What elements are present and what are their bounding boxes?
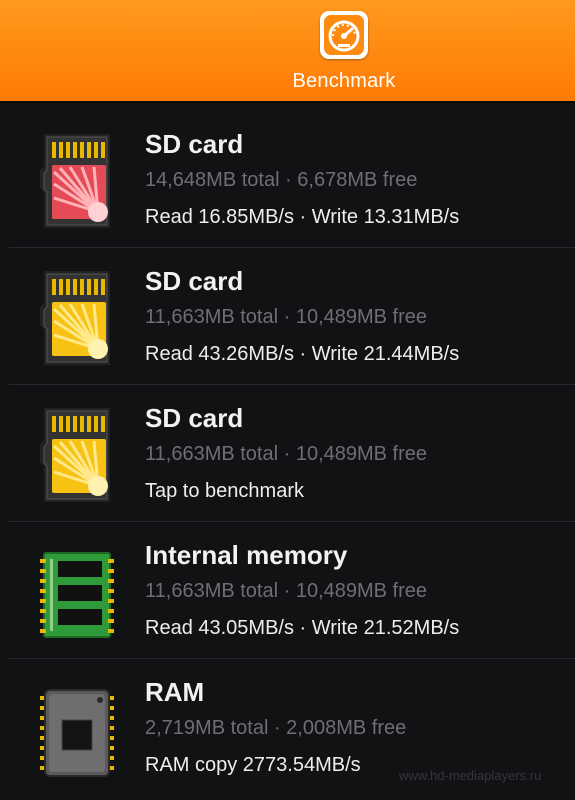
sd-card-yellow-icon	[40, 265, 114, 371]
item-title: SD card	[145, 129, 244, 159]
item-capacity: 14,648MB total · 6,678MB free	[145, 169, 418, 191]
item-title: SD card	[145, 403, 244, 433]
memory-chip-icon	[40, 539, 114, 645]
divider	[9, 384, 575, 385]
item-capacity: 2,719MB total · 2,008MB free	[145, 717, 407, 739]
item-capacity: 11,663MB total · 10,489MB free	[145, 580, 428, 602]
action-bar: Benchmark	[0, 0, 575, 101]
tab-benchmark[interactable]: Benchmark	[283, 8, 405, 96]
item-title: RAM	[145, 677, 205, 707]
list-item-sd-card-1[interactable]: SD card 14,648MB total · 6,678MB free Re…	[0, 112, 575, 248]
divider	[9, 521, 575, 522]
item-title: SD card	[145, 266, 244, 296]
item-capacity: 11,663MB total · 10,489MB free	[145, 443, 428, 465]
tap-to-benchmark-label: Tap to benchmark	[145, 480, 304, 502]
divider	[9, 658, 575, 659]
sd-card-yellow-icon	[40, 402, 114, 508]
watermark: www.hd-mediaplayers.ru	[399, 768, 542, 783]
speedometer-icon	[320, 11, 368, 59]
item-speed: Read 43.26MB/s · Write 21.44MB/s	[145, 343, 460, 365]
list-item-internal-memory[interactable]: Internal memory 11,663MB total · 10,489M…	[0, 523, 575, 659]
list-item-sd-card-2[interactable]: SD card 11,663MB total · 10,489MB free R…	[0, 249, 575, 385]
divider	[9, 247, 575, 248]
tab-label: Benchmark	[292, 70, 396, 92]
item-title: Internal memory	[145, 540, 348, 570]
item-capacity: 11,663MB total · 10,489MB free	[145, 306, 428, 328]
item-speed: Read 16.85MB/s · Write 13.31MB/s	[145, 206, 460, 228]
item-speed: Read 43.05MB/s · Write 21.52MB/s	[145, 617, 460, 639]
sd-card-red-icon	[40, 128, 114, 234]
list-item-sd-card-3[interactable]: SD card 11,663MB total · 10,489MB free T…	[0, 386, 575, 522]
ram-chip-icon	[40, 676, 114, 782]
item-speed: RAM copy 2773.54MB/s	[145, 754, 361, 776]
